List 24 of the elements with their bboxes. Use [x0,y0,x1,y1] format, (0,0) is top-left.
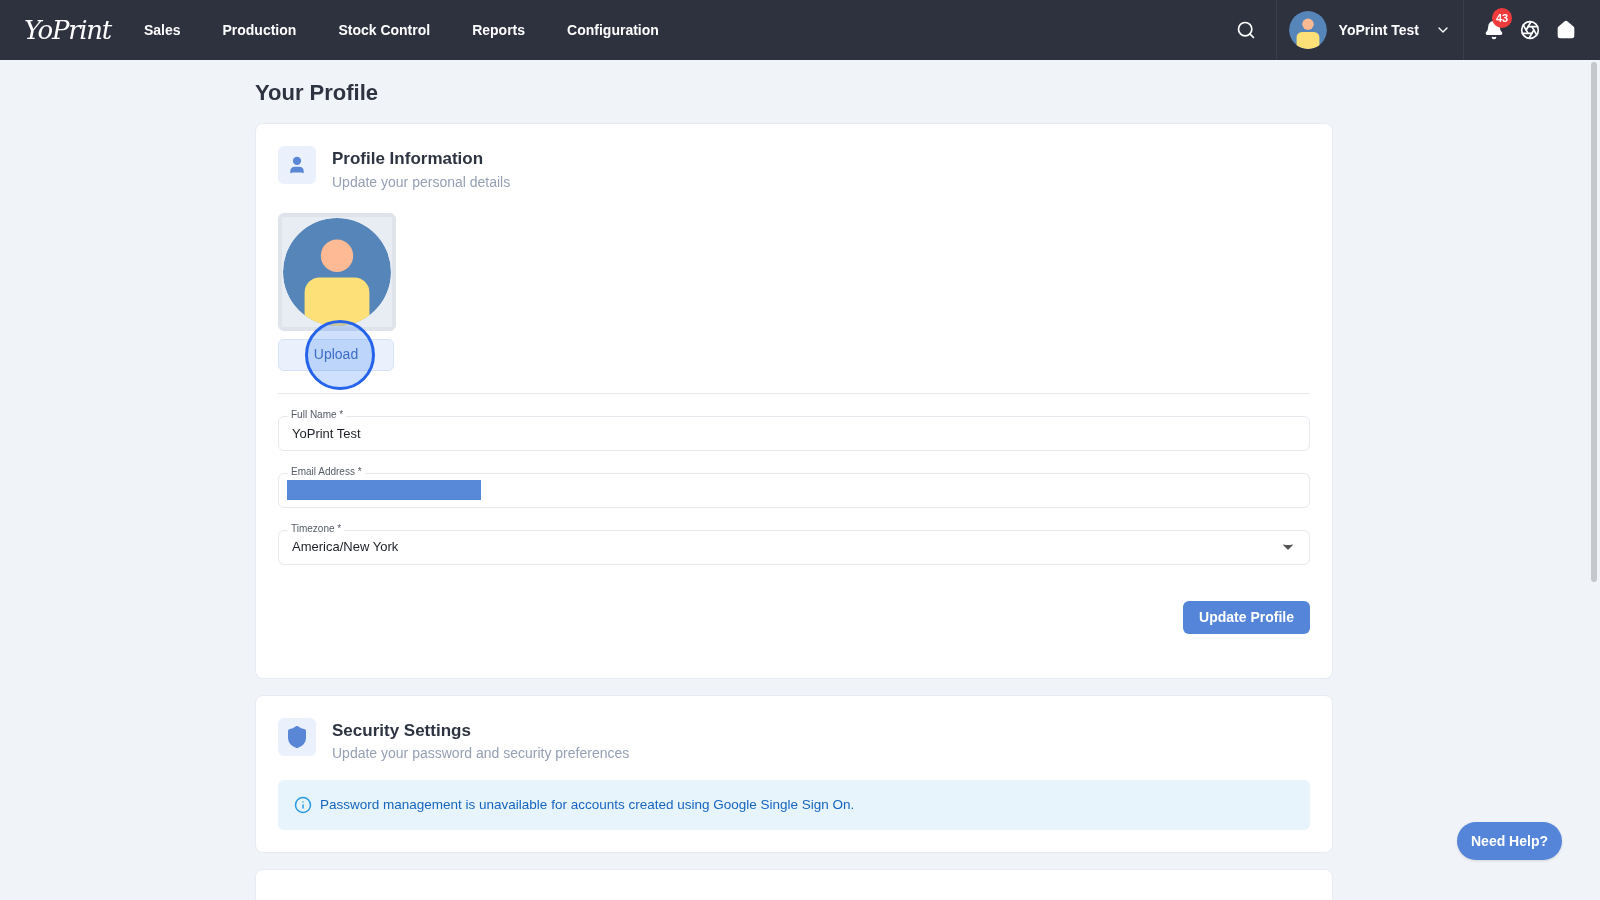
page-title: Your Profile [255,79,380,107]
need-help-button[interactable]: Need Help? [1457,822,1562,860]
aperture-icon[interactable] [1520,20,1540,40]
card-title: Profile Information [332,148,485,170]
nav-link[interactable]: Production [201,11,318,49]
home-icon[interactable] [1556,20,1576,40]
shield-icon [278,717,316,756]
info-icon [294,796,312,814]
user-name[interactable]: YoPrint Test [1338,19,1419,41]
person-icon [278,146,316,184]
logo[interactable]: YoPrint [24,10,111,50]
nav-link[interactable]: Sales [122,11,202,49]
card-title: Security Settings [332,719,472,742]
nav-link[interactable]: Reports [451,11,547,49]
search-icon[interactable] [1235,20,1256,40]
nav-link[interactable]: Stock Control [317,11,452,49]
user-avatar [1288,11,1327,49]
card-subtitle: Update your password and security preferences [332,744,630,763]
notification-count: 43 [1492,8,1513,28]
card-subtitle: Update your personal details [332,172,511,192]
nav-link[interactable]: Configuration [546,11,680,49]
upload-button[interactable]: Upload [278,338,394,371]
update-profile-button[interactable]: Update Profile [1183,600,1310,634]
notice-text: Password management is unavailable for accounts created using Google Single Sign On. [320,795,855,814]
